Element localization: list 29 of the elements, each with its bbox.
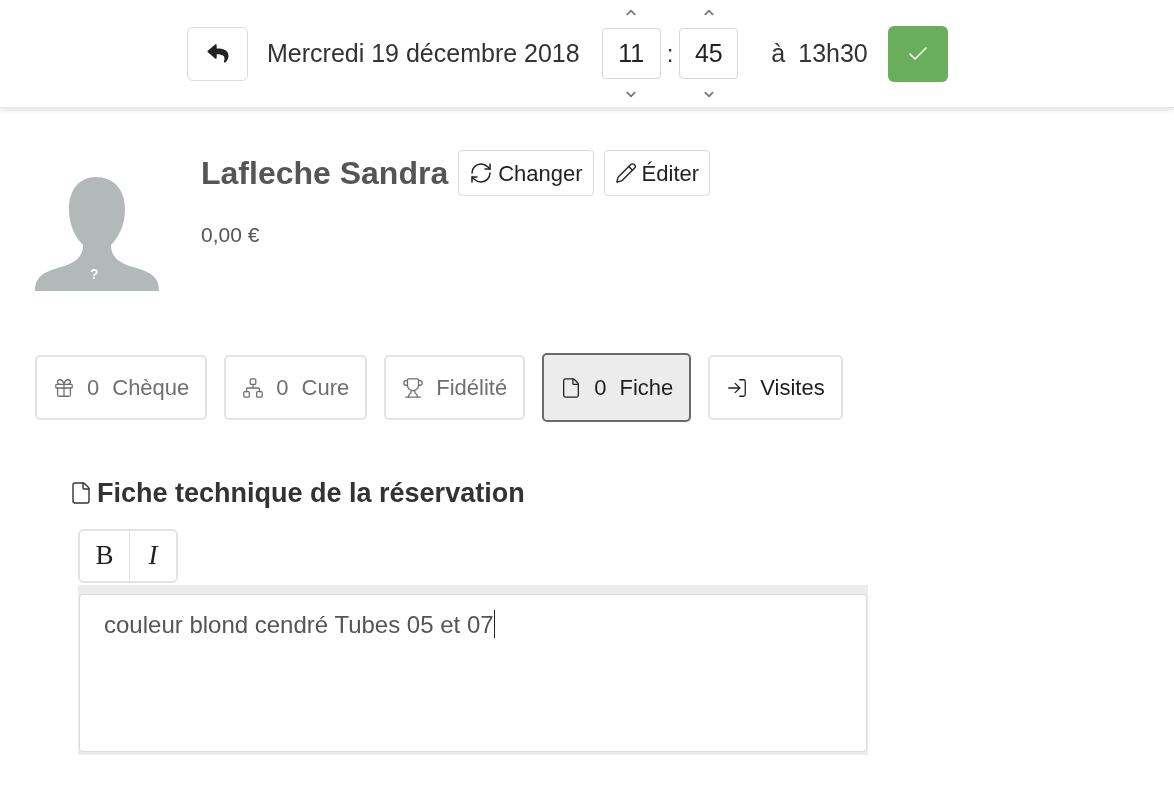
refresh-icon bbox=[469, 161, 494, 185]
text-editor[interactable]: couleur blond cendré Tubes 05 et 07 bbox=[79, 593, 867, 752]
editor-text: couleur blond cendré Tubes 05 et 07 bbox=[104, 609, 494, 640]
tab[interactable]: Fidélité bbox=[384, 355, 526, 420]
pencil-icon bbox=[614, 162, 637, 184]
end-prefix: à bbox=[771, 37, 786, 69]
tab[interactable]: 0 Chèque bbox=[35, 355, 208, 420]
tab[interactable]: Visites bbox=[708, 355, 843, 420]
gift-icon bbox=[53, 376, 75, 399]
bold-button[interactable]: B bbox=[80, 530, 130, 581]
client-name: Lafleche Sandra bbox=[201, 154, 449, 193]
change-button[interactable]: Changer bbox=[458, 150, 594, 196]
sheet-title: Fiche technique de la réservation bbox=[97, 477, 525, 510]
sign-in-arrow-icon bbox=[726, 376, 749, 399]
confirm-button[interactable] bbox=[887, 25, 948, 82]
hour-input[interactable]: 11 bbox=[601, 28, 661, 79]
tab[interactable]: 0 Fiche bbox=[542, 353, 692, 422]
balance-amount: 0,00 € bbox=[201, 222, 260, 248]
trophy-icon bbox=[402, 376, 425, 399]
time-separator: : bbox=[666, 38, 674, 69]
edit-button[interactable]: Éditer bbox=[603, 150, 711, 196]
tab[interactable]: 0 Cure bbox=[224, 355, 368, 420]
minute-input[interactable]: 45 bbox=[679, 28, 739, 79]
avatar-question-mark: ? bbox=[90, 267, 99, 281]
end-time: 13h30 bbox=[798, 37, 868, 69]
back-button[interactable] bbox=[187, 26, 248, 81]
hierarchy-icon bbox=[242, 376, 265, 399]
date-label: Mercredi 19 décembre 2018 bbox=[267, 37, 580, 69]
reply-arrow-icon bbox=[205, 43, 230, 64]
